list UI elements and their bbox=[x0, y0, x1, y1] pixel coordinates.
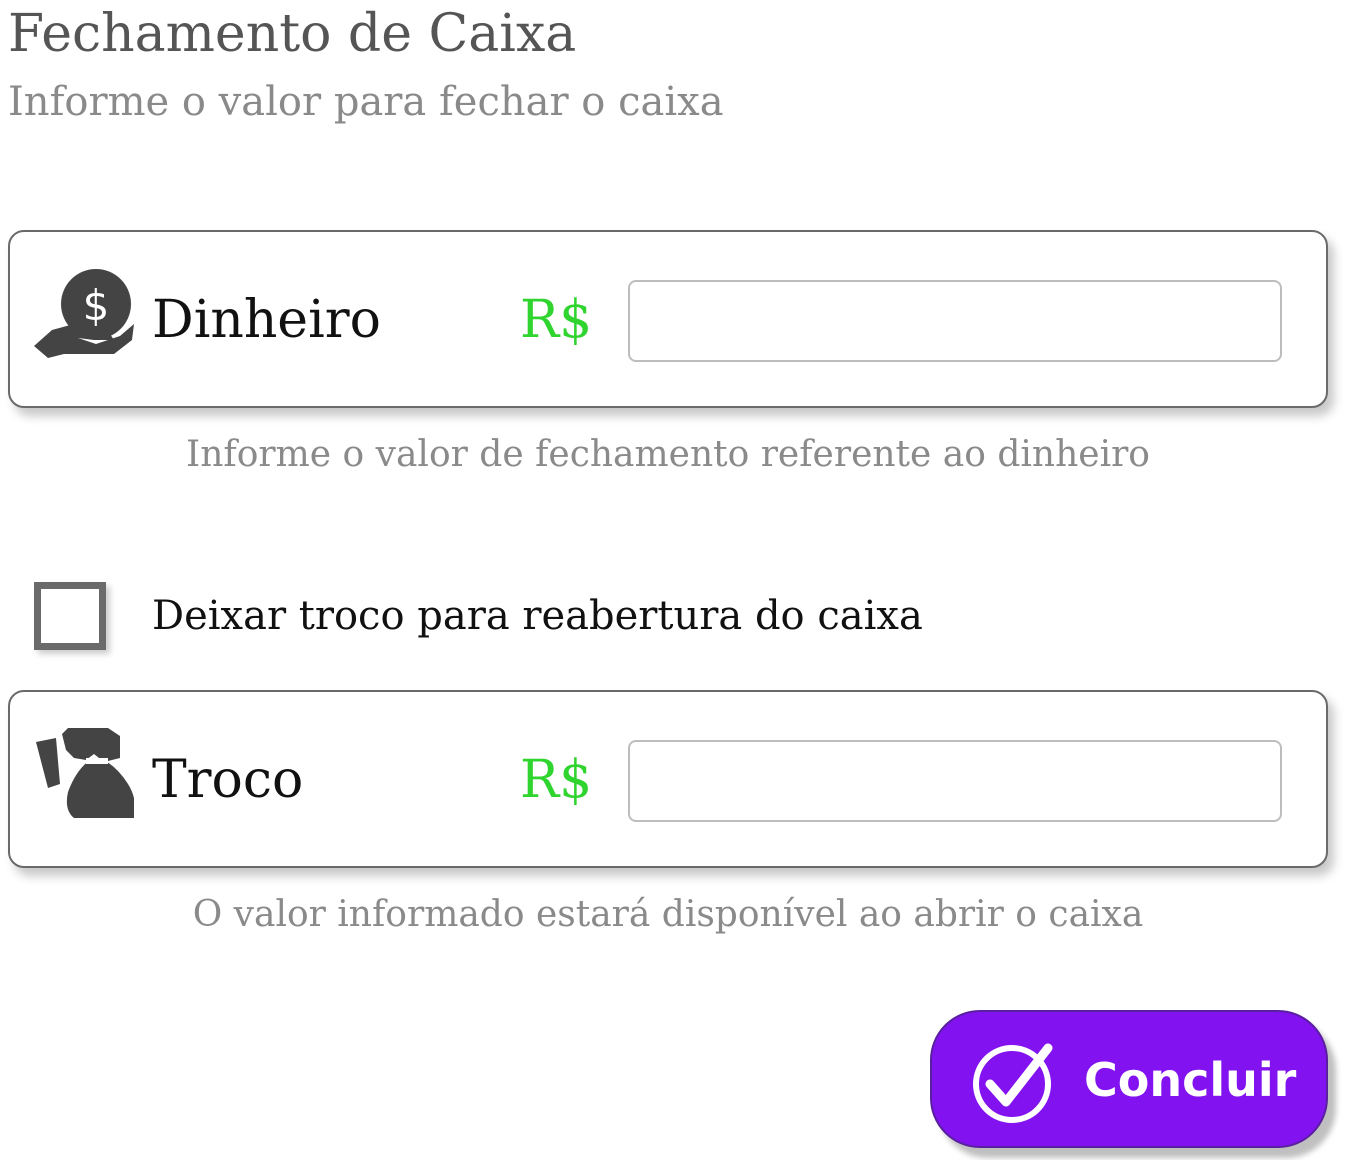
cash-currency-label: R$ bbox=[520, 290, 593, 350]
svg-text:$: $ bbox=[83, 281, 110, 330]
change-hint: O valor informado estará disponível ao a… bbox=[192, 894, 1144, 935]
confirm-button[interactable]: Concluir bbox=[930, 1010, 1328, 1148]
confirm-button-label: Concluir bbox=[1084, 1053, 1297, 1107]
cash-label: Dinheiro bbox=[152, 290, 381, 350]
leave-change-checkbox[interactable] bbox=[34, 582, 106, 650]
page-title: Fechamento de Caixa bbox=[8, 4, 577, 64]
cash-value-input[interactable] bbox=[628, 280, 1282, 362]
money-bag-hand-icon bbox=[34, 728, 134, 818]
leave-change-label: Deixar troco para reabertura do caixa bbox=[152, 593, 923, 639]
change-card: Troco R$ bbox=[8, 690, 1328, 868]
cash-hint: Informe o valor de fechamento referente … bbox=[186, 434, 1150, 475]
page-subtitle: Informe o valor para fechar o caixa bbox=[8, 79, 724, 125]
cash-card: $ Dinheiro R$ bbox=[8, 230, 1328, 408]
check-circle-icon bbox=[972, 1040, 1056, 1124]
change-value-input[interactable] bbox=[628, 740, 1282, 822]
change-currency-label: R$ bbox=[520, 750, 593, 810]
money-hand-icon: $ bbox=[34, 268, 134, 358]
change-label: Troco bbox=[152, 750, 304, 810]
